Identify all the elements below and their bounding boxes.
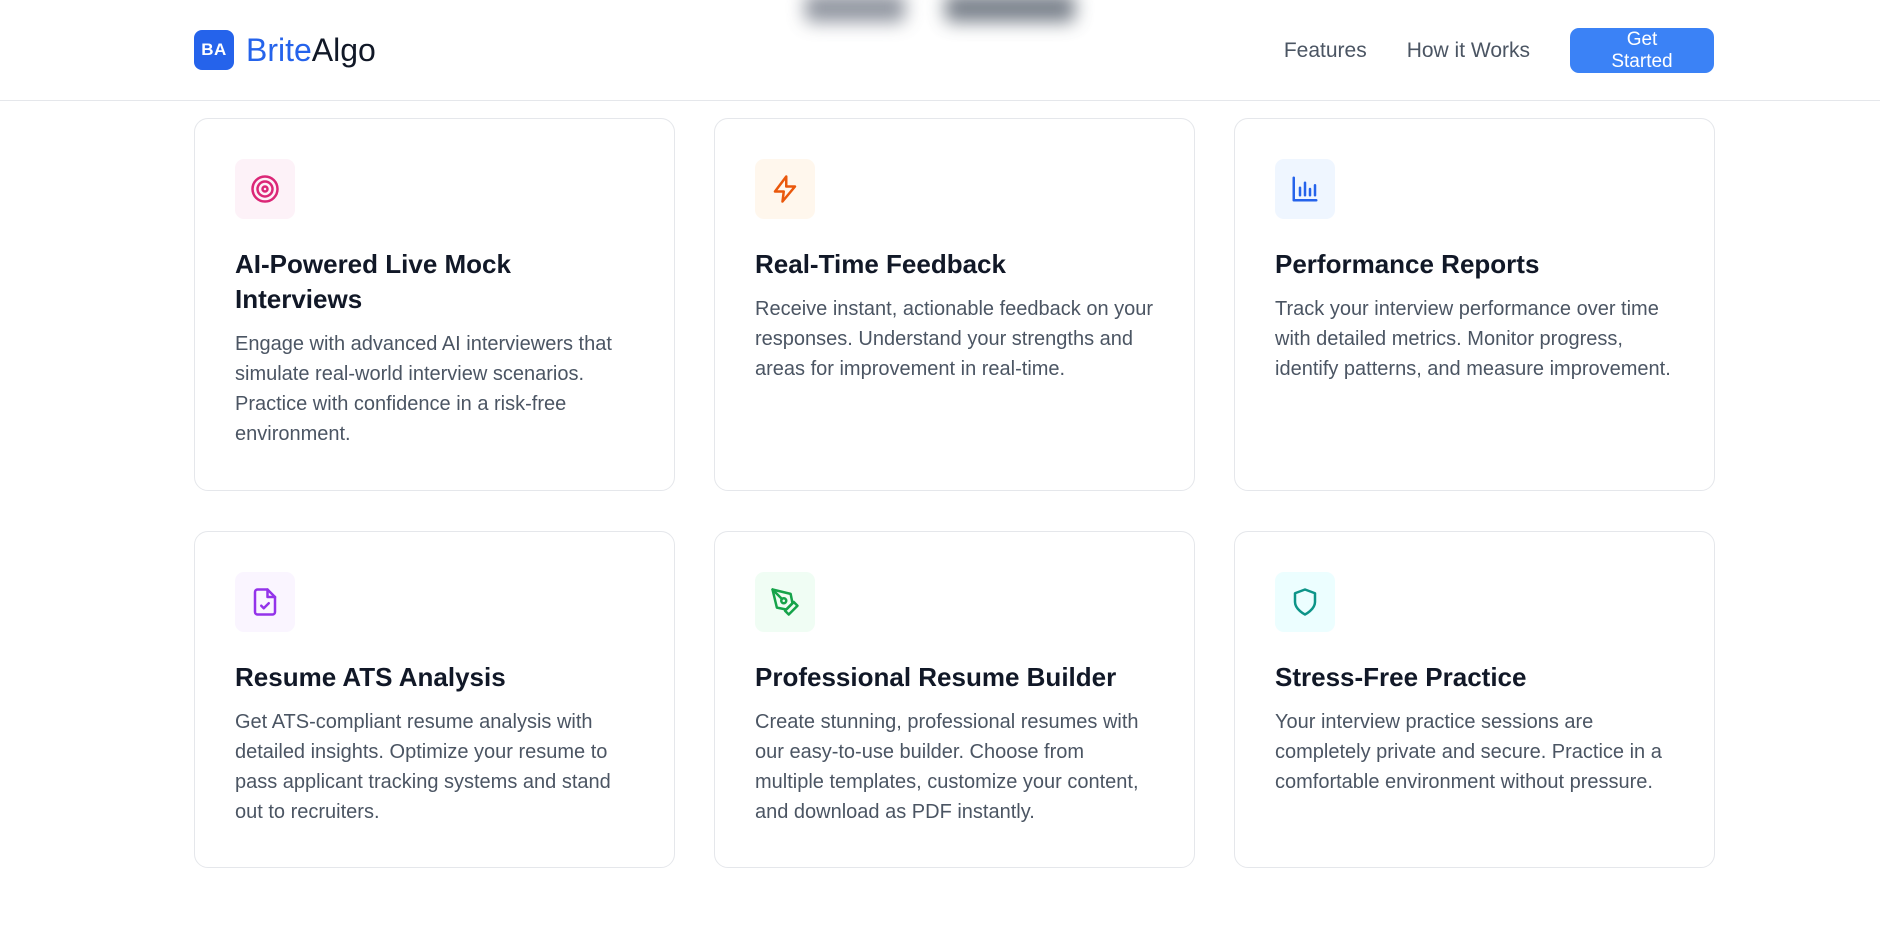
feature-title: Resume ATS Analysis: [235, 662, 506, 692]
feature-description: Create stunning, professional resumes wi…: [755, 711, 1139, 823]
logo-badge: BA: [194, 30, 234, 70]
feature-description: Track your interview performance over ti…: [1275, 298, 1671, 380]
get-started-button[interactable]: Get Started: [1570, 28, 1714, 73]
main-nav: Features How it Works Get Started: [1284, 28, 1714, 73]
feature-description: Get ATS-compliant resume analysis with d…: [235, 711, 611, 823]
feature-description: Your interview practice sessions are com…: [1275, 711, 1662, 793]
blurred-overlay: [805, 0, 1117, 32]
top-navigation-bar: BA BriteAlgo Features How it Works Get S…: [0, 0, 1880, 101]
feature-title: Performance Reports: [1275, 249, 1540, 279]
bar-chart-icon: [1292, 176, 1318, 202]
file-check-icon: [253, 588, 277, 616]
blurred-shape: [805, 0, 905, 22]
feature-icon-box: [755, 159, 815, 219]
feature-card-resume-builder: Professional Resume Builder Create stunn…: [714, 531, 1195, 868]
feature-icon-box: [755, 572, 815, 632]
feature-card-resume-ats-analysis: Resume ATS Analysis Get ATS-compliant re…: [194, 531, 675, 868]
feature-icon-box: [235, 572, 295, 632]
feature-card-ai-mock-interviews: AI-Powered Live Mock Interviews Engage w…: [194, 118, 675, 491]
feature-title: Professional Resume Builder: [755, 662, 1117, 692]
logo-wordmark-brite: Brite: [246, 32, 312, 68]
nav-link-how-it-works[interactable]: How it Works: [1407, 29, 1530, 73]
blurred-shape: [945, 0, 1075, 22]
shield-icon: [1293, 588, 1317, 616]
brand-logo[interactable]: BA BriteAlgo: [194, 30, 376, 70]
feature-description: Engage with advanced AI interviewers tha…: [235, 333, 612, 445]
feature-icon-box: [235, 159, 295, 219]
nav-link-features[interactable]: Features: [1284, 29, 1367, 73]
logo-wordmark: BriteAlgo: [246, 30, 376, 70]
feature-description: Receive instant, actionable feedback on …: [755, 298, 1154, 380]
feature-icon-box: [1275, 572, 1335, 632]
lightning-icon: [773, 175, 797, 203]
feature-card-performance-reports: Performance Reports Track your interview…: [1234, 118, 1715, 491]
feature-card-real-time-feedback: Real-Time Feedback Receive instant, acti…: [714, 118, 1195, 491]
target-icon: [251, 175, 279, 203]
feature-title: AI-Powered Live Mock Interviews: [235, 249, 511, 314]
features-grid: AI-Powered Live Mock Interviews Engage w…: [194, 118, 1715, 868]
pen-tool-icon: [771, 588, 799, 616]
feature-card-stress-free-practice: Stress-Free Practice Your interview prac…: [1234, 531, 1715, 868]
feature-title: Real-Time Feedback: [755, 249, 1006, 279]
logo-wordmark-algo: Algo: [311, 32, 376, 68]
feature-title: Stress-Free Practice: [1275, 662, 1527, 692]
feature-icon-box: [1275, 159, 1335, 219]
